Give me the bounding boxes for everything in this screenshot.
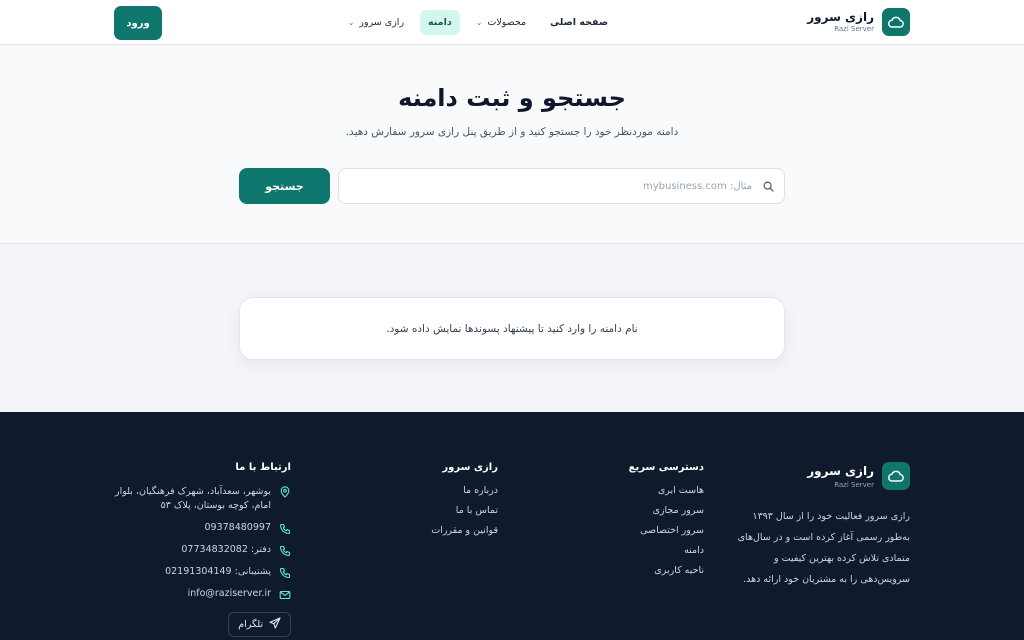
footer-razi: رازی سرور درباره ما تماس با ما قوانین و … [431, 462, 498, 545]
suggestions-message: نام دامنه را وارد کنید تا پیشنهاد پسونده… [386, 322, 638, 335]
contact-email-text: info@raziserver.ir [187, 588, 271, 599]
send-icon [269, 617, 281, 632]
suggestions-card: نام دامنه را وارد کنید تا پیشنهاد پسونده… [239, 297, 785, 360]
mail-icon [279, 589, 291, 601]
footer-brand[interactable]: رازی سرور Razi Server [730, 462, 910, 490]
search-button[interactable]: جستجو [239, 168, 330, 204]
phone-icon [279, 523, 291, 535]
login-button[interactable]: ورود [114, 6, 162, 40]
footer-link-vps[interactable]: سرور مجازی [629, 505, 704, 516]
chevron-down-icon: ⌄ [347, 18, 355, 27]
footer-link-client-area[interactable]: ناحیه کاربری [629, 565, 704, 576]
footer-brand-title: رازی سرور [807, 463, 874, 478]
chevron-down-icon: ⌄ [475, 18, 483, 27]
cloud-icon [882, 462, 910, 490]
footer-link-terms[interactable]: قوانین و مقررات [431, 525, 498, 536]
contact-mobile[interactable]: 09378480997 [111, 522, 291, 535]
contact-support[interactable]: پشتیبانی: 02191304149 [111, 566, 291, 579]
footer-brand-subtitle: Razi Server [834, 480, 874, 489]
footer-about: رازی سرور Razi Server رازی سرور فعالیت خ… [730, 462, 910, 590]
phone-icon [279, 567, 291, 579]
map-pin-icon [279, 486, 291, 498]
cloud-icon [882, 8, 910, 36]
domain-search-box [338, 168, 785, 204]
contact-address: بوشهر، سعدآباد، شهرک فرهنگیان، بلوار اما… [111, 485, 291, 513]
nav-domain[interactable]: دامنه [420, 10, 460, 35]
telegram-label: تلگرام [238, 619, 263, 630]
footer-quick-access: دسترسی سریع هاست ابری سرور مجازی سرور اخ… [629, 462, 704, 585]
contact-office[interactable]: دفتر: 07734832082 [111, 544, 291, 557]
domain-search-hero: جستجو و ثبت دامنه دامنه موردنظر خود را ج… [0, 46, 1024, 244]
footer-about-text: رازی سرور فعالیت خود را از سال ۱۳۹۳ به‌ط… [737, 511, 910, 585]
contact-mobile-text: 09378480997 [204, 522, 272, 533]
nav-products-label: محصولات [487, 17, 527, 28]
brand-title: رازی سرور [807, 10, 874, 24]
nav-razi-server[interactable]: رازی سرور ⌄ [340, 10, 412, 35]
footer-quick-heading: دسترسی سریع [628, 462, 704, 473]
nav-products[interactable]: محصولات ⌄ [468, 10, 534, 35]
site-header: رازی سرور Razi Server صفحه اصلی محصولات … [0, 0, 1024, 45]
contact-email[interactable]: info@raziserver.ir [111, 588, 291, 601]
nav-home-label: صفحه اصلی [550, 17, 608, 28]
footer-link-domain[interactable]: دامنه [629, 545, 704, 556]
search-icon [760, 179, 774, 193]
main-nav: صفحه اصلی محصولات ⌄ دامنه رازی سرور ⌄ [340, 10, 616, 35]
site-footer: رازی سرور Razi Server رازی سرور فعالیت خ… [0, 412, 1024, 640]
contact-office-text: دفتر: 07734832082 [181, 544, 271, 555]
footer-link-contact[interactable]: تماس با ما [431, 505, 498, 516]
page-title: جستجو و ثبت دامنه [398, 84, 626, 112]
telegram-button[interactable]: تلگرام [228, 612, 291, 637]
brand[interactable]: رازی سرور Razi Server [807, 8, 910, 36]
footer-link-cloud-host[interactable]: هاست ابری [629, 485, 704, 496]
nav-domain-label: دامنه [428, 17, 452, 28]
contact-support-text: پشتیبانی: 02191304149 [165, 566, 271, 577]
domain-search-input[interactable] [351, 180, 752, 192]
nav-razi-server-label: رازی سرور [359, 17, 405, 28]
phone-icon [279, 545, 291, 557]
page-subtitle: دامنه موردنظر خود را جستجو کنید و از طری… [345, 126, 679, 138]
footer-contact: ارتباط با ما بوشهر، سعدآباد، شهرک فرهنگی… [111, 462, 291, 637]
footer-link-dedicated[interactable]: سرور اختصاصی [629, 525, 704, 536]
footer-link-about[interactable]: درباره ما [431, 485, 498, 496]
contact-address-text: بوشهر، سعدآباد، شهرک فرهنگیان، بلوار اما… [115, 486, 271, 511]
brand-subtitle: Razi Server [834, 25, 874, 33]
footer-contact-heading: ارتباط با ما [235, 462, 291, 473]
nav-home[interactable]: صفحه اصلی [542, 10, 616, 35]
footer-razi-heading: رازی سرور [442, 462, 498, 473]
